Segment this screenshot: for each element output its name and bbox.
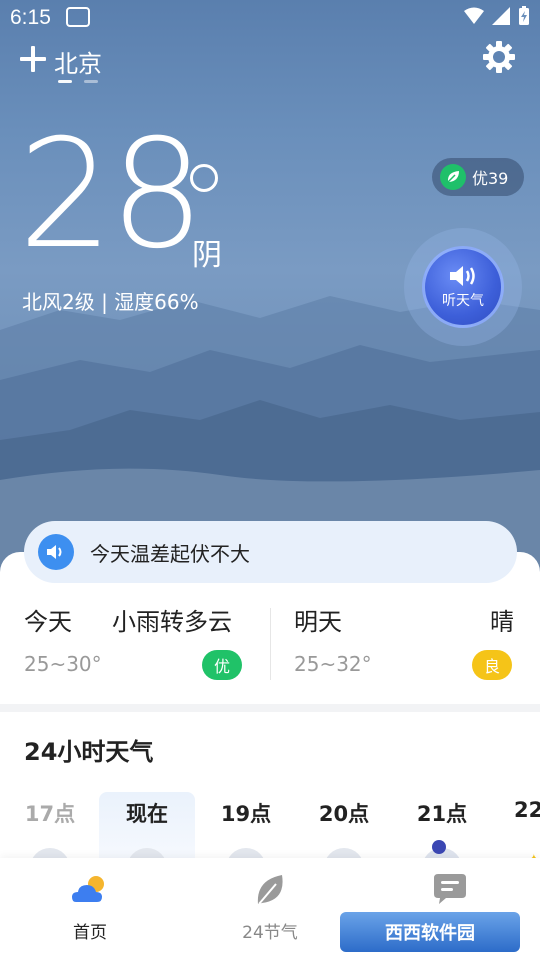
notice-text: 今天温差起伏不大 (90, 541, 250, 566)
wifi-icon (464, 7, 484, 24)
status-bar: 6:15 (0, 0, 540, 36)
add-city-icon[interactable] (20, 46, 46, 72)
current-temperature: 28 (18, 108, 205, 282)
hour-label: 20点 (318, 802, 370, 826)
hour-item[interactable]: 20点 (296, 792, 392, 868)
weather-notice[interactable]: 今天温差起伏不大 (24, 521, 517, 583)
forecast-divider (270, 608, 271, 680)
hour-label: 17点 (24, 802, 76, 826)
speaker-icon (38, 534, 74, 570)
tomorrow-temp-range: 25~32° (294, 652, 372, 676)
listen-weather-circle: 听天气 (422, 246, 504, 328)
leaf-icon (440, 164, 466, 190)
aqi-value: 优39 (472, 169, 509, 188)
weather-home-icon (72, 876, 104, 902)
tomorrow-weather: 晴 (490, 608, 514, 636)
listen-weather-label: 听天气 (442, 293, 484, 309)
moon-icon (432, 840, 446, 854)
speaker-icon (450, 266, 475, 286)
battery-icon (519, 6, 529, 25)
hourly-title: 24小时天气 (24, 738, 154, 766)
watermark-logo: 西西软件园 (340, 912, 520, 952)
today-weather: 小雨转多云 (112, 608, 232, 636)
aqi-badge[interactable]: 优39 (432, 158, 524, 196)
status-icons (464, 6, 530, 26)
leaf-icon (257, 875, 283, 905)
hourly-forecast: 24小时天气 17点 现在 19点 20点 21点 22 ✦ (0, 712, 540, 868)
nav-solar-terms-label: 24节气 (242, 923, 298, 943)
hour-item[interactable]: 19点 (198, 792, 294, 868)
tomorrow-label: 明天 (294, 608, 342, 636)
hour-item[interactable]: 22 ✦ (490, 792, 540, 868)
hour-label: 22 (514, 798, 540, 822)
today-aqi-badge: 优 (202, 650, 243, 680)
today-temp-range: 25~30° (24, 652, 102, 676)
page-dot-active (58, 80, 72, 83)
page-dot (84, 80, 98, 83)
degree-symbol (190, 164, 218, 192)
tomorrow-aqi-badge: 良 (472, 650, 513, 680)
hour-item[interactable]: 21点 (394, 792, 490, 868)
hour-label: 现在 (126, 802, 168, 826)
gallery-notification-icon (66, 7, 90, 27)
nav-home-label: 首页 (73, 923, 107, 943)
city-name[interactable]: 北京 (54, 44, 102, 79)
nav-home[interactable]: 首页 (0, 858, 180, 960)
signal-icon (492, 7, 510, 25)
wind-humidity: 北风2级 | 湿度66% (22, 290, 199, 314)
nav-solar-terms[interactable]: 24节气 (180, 858, 360, 960)
today-label: 今天 (24, 608, 72, 636)
current-condition: 阴 (192, 238, 222, 273)
city-page-indicator (58, 80, 98, 83)
hour-item-now[interactable]: 现在 (99, 792, 195, 868)
gear-icon[interactable] (482, 40, 516, 74)
hour-label: 19点 (220, 802, 272, 826)
listen-weather-button[interactable]: 听天气 (404, 228, 522, 346)
status-time: 6:15 (10, 6, 51, 29)
hour-label: 21点 (416, 802, 468, 826)
hour-item[interactable]: 17点 (2, 792, 98, 868)
chat-icon (434, 874, 466, 904)
